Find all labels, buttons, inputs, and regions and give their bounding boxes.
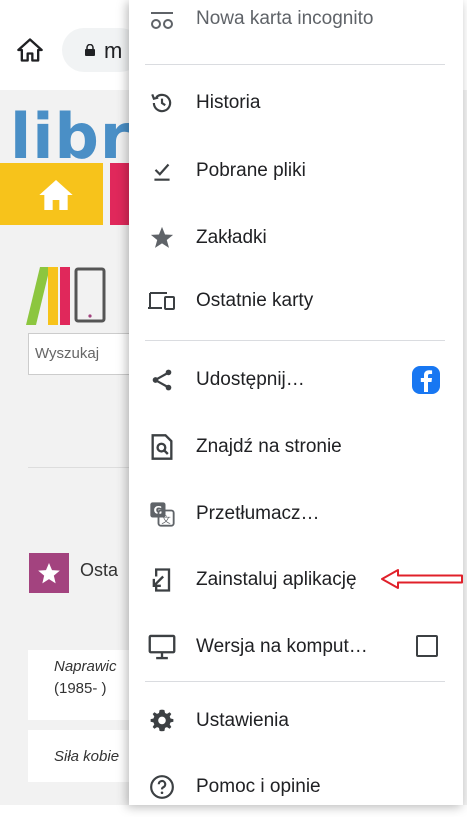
menu-item-share[interactable]: Udostępnij… (129, 350, 463, 410)
install-app-icon (147, 565, 177, 595)
divider (28, 467, 138, 468)
star-badge (29, 553, 69, 593)
share-icon (147, 365, 177, 395)
address-text: m (104, 38, 123, 63)
section-label: Osta (80, 560, 119, 580)
menu-item-desktop-site[interactable]: Wersja na komput… (129, 617, 463, 677)
svg-text:文: 文 (161, 514, 170, 526)
desktop-icon (147, 632, 177, 662)
list-item[interactable]: Siła kobie (28, 730, 138, 782)
menu-item-downloads[interactable]: Pobrane pliki (129, 141, 463, 201)
incognito-icon (147, 4, 177, 34)
search-input[interactable]: Wyszukaj (28, 333, 138, 375)
browser-menu: Nowa karta incognito Historia Pobrane pl… (129, 0, 463, 805)
menu-item-help[interactable]: Pomoc i opinie (129, 757, 463, 817)
menu-item-label: Pobrane pliki (196, 160, 306, 181)
menu-item-label: Ustawienia (196, 710, 289, 731)
menu-item-recent-tabs[interactable]: Ostatnie karty (129, 271, 463, 331)
menu-item-label: Udostępnij… (196, 369, 305, 390)
menu-item-label: Znajdź na stronie (196, 436, 342, 457)
menu-item-label: Zainstaluj aplikację (196, 569, 357, 590)
desktop-site-checkbox[interactable] (416, 635, 438, 657)
menu-item-label: Przetłumacz… (196, 503, 320, 524)
list-item[interactable]: Naprawic (1985- ) (28, 650, 138, 720)
menu-item-settings[interactable]: Ustawienia (129, 691, 463, 751)
home-icon[interactable] (16, 36, 44, 64)
menu-item-translate[interactable]: G文 Przetłumacz… (129, 484, 463, 544)
red-banner[interactable] (110, 163, 130, 225)
menu-item-label: Ostatnie karty (196, 290, 314, 311)
devices-icon (147, 286, 177, 316)
annotation-arrow-icon (381, 569, 463, 589)
menu-item-incognito[interactable]: Nowa karta incognito (129, 0, 463, 40)
settings-gear-icon (147, 706, 177, 736)
bookmark-star-icon (147, 223, 177, 253)
house-icon (39, 180, 73, 210)
menu-item-label: Wersja na komput… (196, 636, 368, 657)
star-icon (38, 563, 60, 584)
menu-item-label: Historia (196, 92, 261, 113)
find-in-page-icon (147, 432, 177, 462)
lock-icon (85, 44, 95, 56)
menu-item-find-in-page[interactable]: Znajdź na stronie (129, 417, 463, 477)
menu-separator (145, 64, 445, 65)
facebook-icon[interactable] (411, 365, 441, 395)
list-item-title: Naprawic (54, 658, 117, 675)
list-item-title: Siła kobie (54, 748, 120, 765)
help-icon (147, 772, 177, 802)
translate-icon: G文 (147, 499, 177, 529)
books-logo-icon (26, 267, 106, 325)
menu-item-label: Nowa karta incognito (196, 8, 374, 29)
list-item-subtitle: (1985- ) (54, 680, 107, 697)
menu-item-label: Pomoc i opinie (196, 776, 321, 797)
menu-item-bookmarks[interactable]: Zakładki (129, 208, 463, 268)
menu-item-label: Zakładki (196, 227, 267, 248)
menu-item-history[interactable]: Historia (129, 73, 463, 133)
menu-separator (145, 681, 445, 682)
menu-separator (145, 340, 445, 341)
downloads-icon (147, 156, 177, 186)
history-icon (147, 88, 177, 118)
